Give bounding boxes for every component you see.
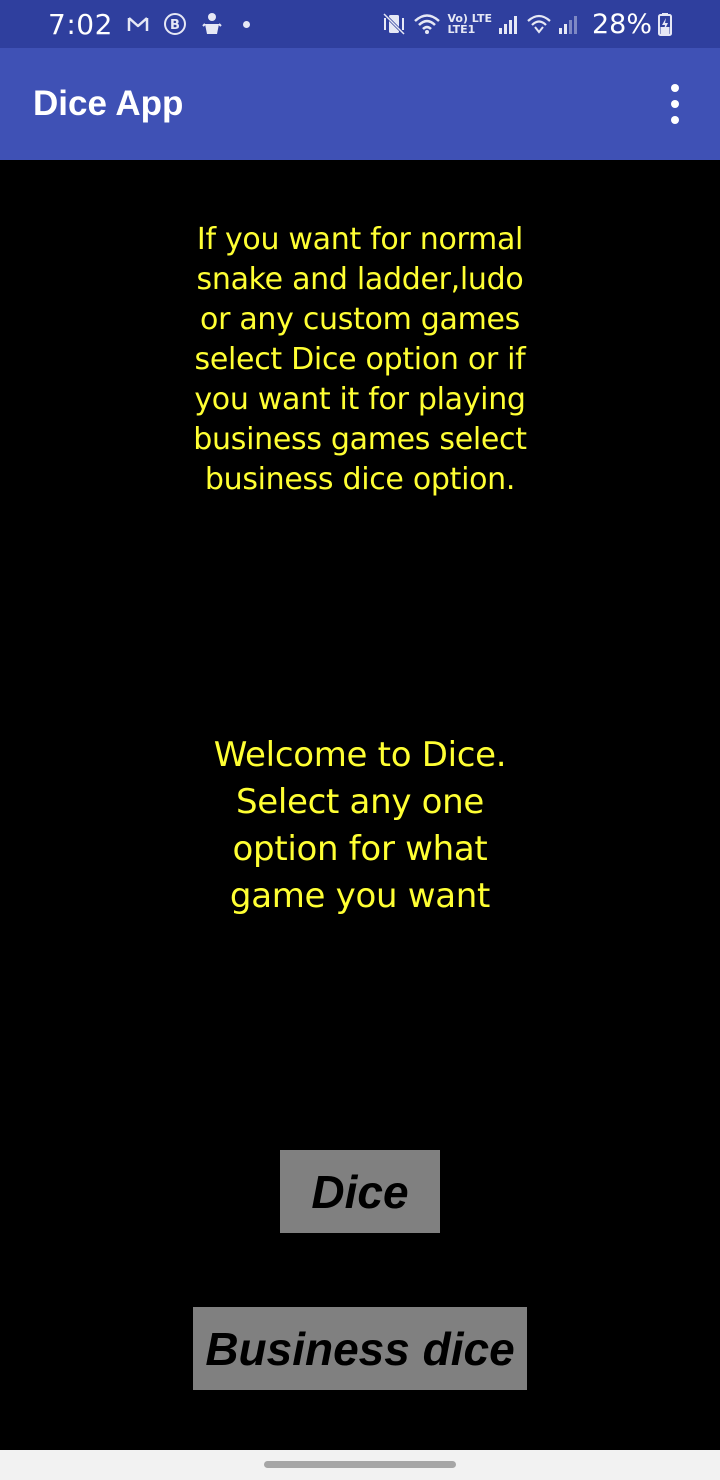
business-dice-button[interactable]: Business dice [193,1307,527,1390]
signal-2-icon [558,13,580,35]
info-text: If you want for normal snake and ladder,… [193,222,527,497]
status-time: 7:02 [48,7,113,41]
home-gesture-handle[interactable] [264,1461,456,1468]
battery-charging-icon [658,12,672,36]
battery-percent: 28% [591,8,652,40]
mute-vibrate-icon [381,12,407,36]
signal-icon [498,13,520,35]
menu-dot [671,84,679,92]
svg-text:B: B [170,18,180,33]
lte-bottom-label: LTE1 [447,23,476,36]
wifi-icon [413,12,441,36]
welcome-text: Welcome to Dice. Select any one option f… [213,735,507,916]
app-title: Dice App [33,84,184,123]
status-bar: 7:02 B Vo) LTE LTE1 28% [0,0,720,48]
menu-dot [671,116,679,124]
b-circle-icon: B [163,12,187,36]
robot-icon [201,12,223,36]
lte-indicator: Vo) LTE LTE1 [447,13,492,35]
menu-dot [671,100,679,108]
dot-icon [242,20,250,28]
screen: 7:02 B Vo) LTE LTE1 28% Dice App If you … [0,0,720,1480]
status-right: Vo) LTE LTE1 28% [381,0,672,48]
status-left: 7:02 B [48,0,250,48]
app-bar: Dice App [0,48,720,160]
gmail-icon [127,15,149,33]
navigation-bar [0,1450,720,1480]
overflow-menu-icon[interactable] [660,84,690,124]
wifi-calling-icon [526,12,552,36]
dice-button[interactable]: Dice [280,1150,440,1233]
